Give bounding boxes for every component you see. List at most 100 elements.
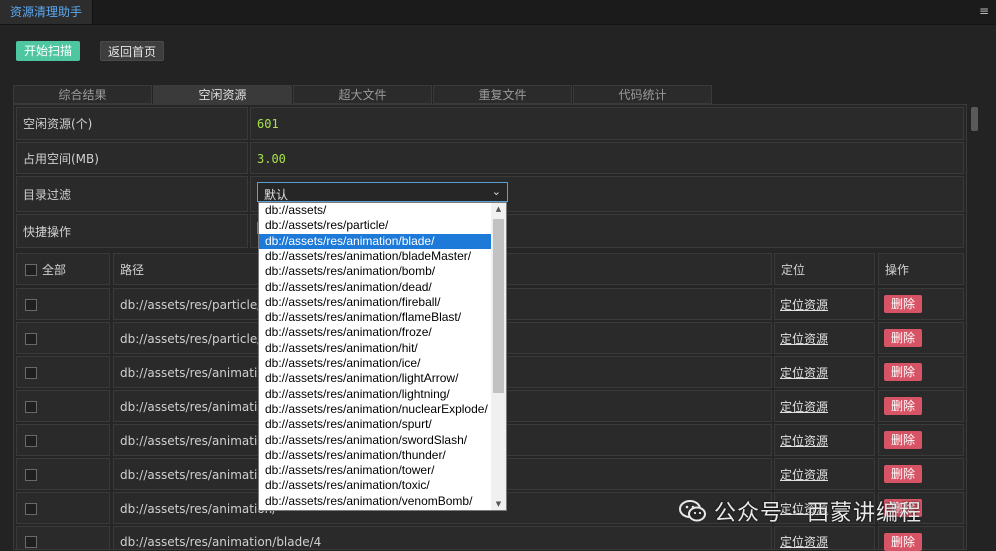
back-home-button[interactable]: 返回首页: [100, 41, 165, 61]
app-tab-title[interactable]: 资源清理助手: [0, 0, 94, 24]
row-path: db://assets/res/particle/wu: [120, 298, 279, 312]
scroll-down-arrow-icon[interactable]: ▼: [491, 498, 506, 510]
locate-resource-link[interactable]: 定位资源: [780, 367, 828, 379]
delete-button[interactable]: 删除: [884, 397, 922, 415]
table-row: [16, 526, 110, 550]
header-all: 全部: [42, 263, 67, 277]
directory-filter-dropdown[interactable]: db://assets/ db://assets/res/particle/ d…: [258, 202, 507, 511]
dropdown-option[interactable]: db://assets/res/animation/swordSlash/: [259, 433, 491, 448]
row-locate-cell: 定位资源: [774, 458, 875, 490]
locate-resource-link[interactable]: 定位资源: [780, 299, 828, 311]
directory-filter-value: 默认: [264, 188, 289, 202]
dropdown-option[interactable]: db://assets/res/animation/thunder/: [259, 448, 491, 463]
space-value: 3.00: [257, 152, 286, 166]
row-path: db://assets/res/animation/: [120, 400, 277, 414]
scroll-up-arrow-icon[interactable]: ▲: [491, 203, 506, 215]
table-row: [16, 356, 110, 388]
start-scan-button[interactable]: 开始扫描: [16, 41, 81, 61]
dropdown-option[interactable]: db://assets/res/animation/venomBomb/: [259, 494, 491, 509]
dropdown-option[interactable]: db://assets/res/animation/froze/: [259, 325, 491, 340]
row-locate-cell: 定位资源: [774, 424, 875, 456]
dropdown-option[interactable]: db://assets/: [259, 203, 491, 218]
delete-button[interactable]: 删除: [884, 465, 922, 483]
row-locate-cell: 定位资源: [774, 288, 875, 320]
row-locate-cell: 定位资源: [774, 526, 875, 550]
row-locate-cell: 定位资源: [774, 356, 875, 388]
dropdown-option[interactable]: db://assets/res/animation/hit/: [259, 341, 491, 356]
delete-button[interactable]: 删除: [884, 431, 922, 449]
row-checkbox[interactable]: [25, 401, 37, 413]
table-row: [16, 458, 110, 490]
delete-button[interactable]: 删除: [884, 329, 922, 347]
dropdown-option[interactable]: db://assets/res/animation/dead/: [259, 280, 491, 295]
header-locate-cell: 定位: [774, 253, 875, 285]
dropdown-scrollbar-thumb[interactable]: [493, 219, 504, 393]
table-row: [16, 288, 110, 320]
dropdown-option[interactable]: db://assets/res/animation/bladeMaster/: [259, 249, 491, 264]
dropdown-option[interactable]: db://assets/res/animation/toxic/: [259, 478, 491, 493]
header-path: 路径: [120, 263, 145, 277]
row-locate-cell: 定位资源: [774, 390, 875, 422]
dropdown-option[interactable]: db://assets/res/animation/tower/: [259, 463, 491, 478]
row-path: db://assets/res/animation/blade/4: [120, 535, 322, 549]
row-locate-cell: 定位资源: [774, 322, 875, 354]
row-path: db://assets/res/animation/: [120, 434, 277, 448]
dropdown-option[interactable]: db://assets/res/animation/bomb/: [259, 264, 491, 279]
table-row: [16, 492, 110, 524]
menu-icon[interactable]: ≡: [978, 4, 990, 18]
dropdown-option[interactable]: db://assets/res/animation/lightning/: [259, 387, 491, 402]
dropdown-option[interactable]: db://assets/res/animation/flameBlast/: [259, 310, 491, 325]
row-checkbox[interactable]: [25, 536, 37, 548]
row-path: db://assets/res/animation/: [120, 468, 277, 482]
locate-resource-link[interactable]: 定位资源: [780, 333, 828, 345]
quick-actions-label: 快捷操作: [23, 225, 72, 239]
table-row: [16, 390, 110, 422]
row-checkbox[interactable]: [25, 367, 37, 379]
dropdown-option-selected[interactable]: db://assets/res/animation/blade/: [259, 233, 491, 249]
filter-label: 目录过滤: [23, 188, 72, 202]
dropdown-option[interactable]: db://assets/res/animation/nuclearExplode…: [259, 402, 491, 417]
dropdown-option[interactable]: db://assets/res/particle/: [259, 218, 491, 233]
row-checkbox[interactable]: [25, 435, 37, 447]
delete-button[interactable]: 删除: [884, 295, 922, 313]
watermark: 公众号 · 西蒙讲编程: [678, 493, 922, 529]
tab-idle-resources[interactable]: 空闲资源: [153, 85, 292, 104]
tab-duplicate-files[interactable]: 重复文件: [433, 85, 572, 104]
title-bar: 资源清理助手 ≡: [0, 0, 996, 25]
locate-resource-link[interactable]: 定位资源: [780, 401, 828, 413]
row-path: db://assets/res/particle/wu: [120, 332, 279, 346]
dropdown-option[interactable]: db://assets/res/animation/ice/: [259, 356, 491, 371]
row-checkbox[interactable]: [25, 503, 37, 515]
space-value-cell: 3.00: [250, 142, 964, 174]
quick-actions-label-cell: 快捷操作: [16, 214, 248, 248]
tab-large-files[interactable]: 超大文件: [293, 85, 432, 104]
idle-count-value: 601: [257, 117, 279, 131]
dropdown-scrollbar[interactable]: ▲ ▼: [491, 203, 506, 510]
header-action: 操作: [885, 263, 910, 277]
result-tabs: 综合结果 空闲资源 超大文件 重复文件 代码统计: [13, 85, 713, 104]
row-checkbox[interactable]: [25, 333, 37, 345]
idle-count-value-cell: 601: [250, 107, 964, 140]
row-path: db://assets/res/animation/: [120, 366, 277, 380]
table-row: [16, 322, 110, 354]
row-checkbox[interactable]: [25, 299, 37, 311]
panel-scrollbar[interactable]: [971, 104, 978, 550]
panel-scrollbar-thumb[interactable]: [971, 107, 978, 131]
directory-filter-select[interactable]: 默认 ⌄: [257, 182, 508, 202]
locate-resource-link[interactable]: 定位资源: [780, 435, 828, 447]
locate-resource-link[interactable]: 定位资源: [780, 536, 828, 548]
delete-button[interactable]: 删除: [884, 363, 922, 381]
delete-button[interactable]: 删除: [884, 533, 922, 551]
locate-resource-link[interactable]: 定位资源: [780, 469, 828, 481]
dropdown-option[interactable]: db://assets/res/animation/lightArrow/: [259, 371, 491, 386]
space-label: 占用空间(MB): [23, 152, 99, 166]
row-checkbox[interactable]: [25, 469, 37, 481]
dropdown-option[interactable]: db://assets/res/animation/fireball/: [259, 295, 491, 310]
wechat-icon: [678, 496, 708, 526]
row-path: db://assets/res/animation/: [120, 502, 277, 516]
tab-overview[interactable]: 综合结果: [13, 85, 152, 104]
dropdown-option[interactable]: db://assets/res/animation/spurt/: [259, 417, 491, 432]
select-all-checkbox[interactable]: [25, 264, 37, 276]
watermark-text: 公众号 · 西蒙讲编程: [714, 501, 922, 526]
tab-code-stats[interactable]: 代码统计: [573, 85, 712, 104]
